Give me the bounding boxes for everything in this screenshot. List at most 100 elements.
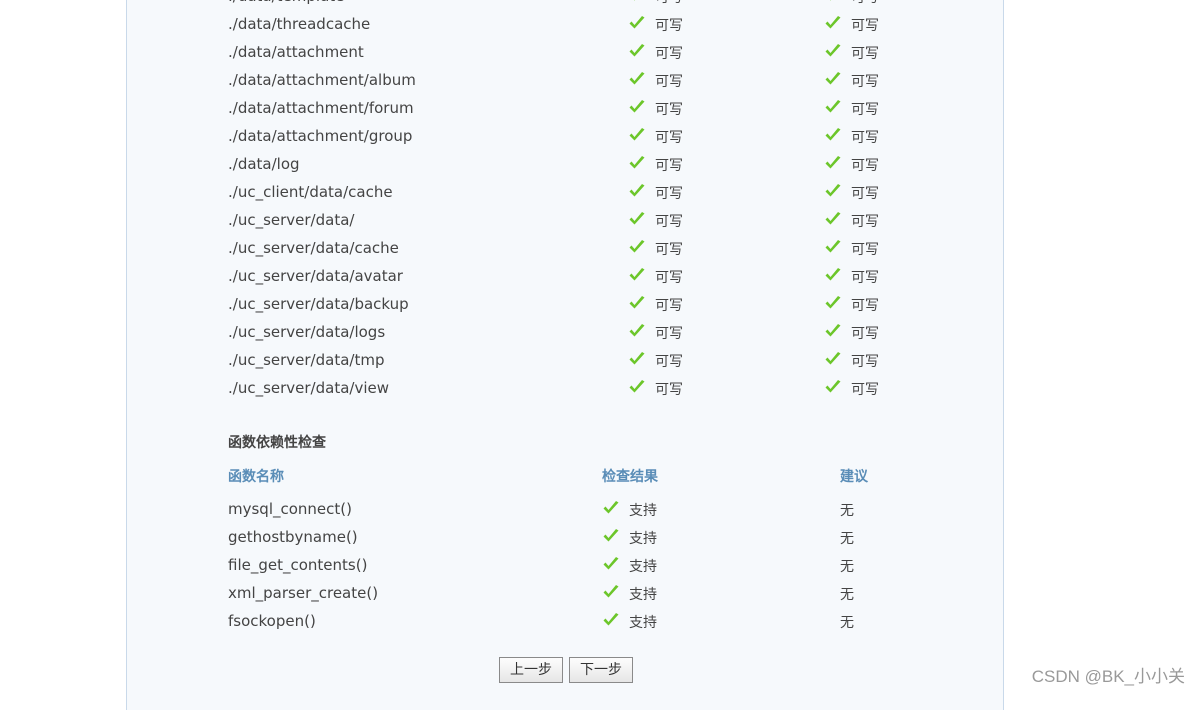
current-status: 可写	[628, 15, 683, 35]
required-status: 可写	[824, 379, 879, 399]
directory-path: ./uc_server/data/avatar	[228, 267, 403, 285]
status-text: 可写	[851, 130, 879, 146]
current-status: 可写	[628, 183, 683, 203]
functions-section-title: 函数依赖性检查	[228, 435, 326, 451]
status-text: 可写	[655, 158, 683, 174]
install-panel: ./data/template可写可写./data/threadcache可写可…	[126, 0, 1004, 710]
header-advice: 建议	[840, 469, 868, 485]
required-status: 可写	[824, 99, 879, 119]
check-icon	[628, 15, 646, 31]
result-text: 支持	[629, 559, 657, 575]
directory-row: ./data/threadcache 可写 可写	[127, 11, 1003, 39]
status-text: 可写	[851, 326, 879, 342]
directory-path: ./uc_server/data/	[228, 211, 355, 229]
status-text: 可写	[655, 354, 683, 370]
check-icon	[602, 500, 620, 516]
directory-path: ./data/attachment/forum	[228, 99, 414, 117]
function-advice: 无	[840, 531, 854, 547]
required-status: 可写	[824, 155, 879, 175]
directory-row: ./data/attachment/forum 可写 可写	[127, 95, 1003, 123]
check-icon	[824, 211, 842, 227]
directory-path: ./data/attachment	[228, 43, 364, 61]
function-result: 支持	[602, 500, 657, 520]
check-icon	[602, 584, 620, 600]
check-icon	[824, 183, 842, 199]
directory-row: ./uc_server/data/cache 可写 可写	[127, 235, 1003, 263]
check-icon	[824, 71, 842, 87]
directory-row: ./uc_server/data/avatar 可写 可写	[127, 263, 1003, 291]
check-icon	[824, 323, 842, 339]
header-check-result: 检查结果	[602, 469, 658, 485]
function-name: fsockopen()	[228, 612, 316, 630]
required-status: 可写	[824, 239, 879, 259]
check-icon	[628, 43, 646, 59]
status-text: 可写	[851, 382, 879, 398]
result-text: 支持	[629, 587, 657, 603]
next-step-button[interactable]: 下一步	[569, 657, 633, 683]
check-icon	[628, 295, 646, 311]
check-icon	[824, 351, 842, 367]
required-status: 可写	[824, 71, 879, 91]
directory-path: ./data/log	[228, 155, 300, 173]
function-row: xml_parser_create() 支持 无	[127, 580, 1003, 608]
check-icon	[824, 127, 842, 143]
directory-path: ./data/attachment/album	[228, 71, 416, 89]
prev-step-button[interactable]: 上一步	[499, 657, 563, 683]
result-text: 支持	[629, 531, 657, 547]
watermark: CSDN @BK_小小关	[1031, 667, 1185, 686]
current-status: 可写	[628, 351, 683, 371]
check-icon	[628, 267, 646, 283]
status-text: 可写	[851, 74, 879, 90]
status-text: 可写	[851, 18, 879, 34]
result-text: 支持	[629, 503, 657, 519]
required-status: 可写	[824, 295, 879, 315]
function-result: 支持	[602, 556, 657, 576]
directory-path: ./data/attachment/group	[228, 127, 413, 145]
function-row: file_get_contents() 支持 无	[127, 552, 1003, 580]
directory-row: ./uc_server/data/可写 可写	[127, 207, 1003, 235]
check-icon	[824, 295, 842, 311]
status-text: 可写	[655, 0, 683, 6]
directory-row: ./data/template 可写 可写	[127, 0, 1003, 11]
status-text: 可写	[655, 18, 683, 34]
current-status: 可写	[628, 155, 683, 175]
status-text: 可写	[655, 186, 683, 202]
status-text: 可写	[851, 298, 879, 314]
status-text: 可写	[851, 214, 879, 230]
current-status: 可写	[628, 0, 683, 7]
directory-row: ./uc_server/data/tmp 可写 可写	[127, 347, 1003, 375]
current-status: 可写	[628, 379, 683, 399]
status-text: 可写	[655, 214, 683, 230]
status-text: 可写	[851, 158, 879, 174]
function-name: mysql_connect()	[228, 500, 352, 518]
required-status: 可写	[824, 267, 879, 287]
check-icon	[824, 43, 842, 59]
current-status: 可写	[628, 43, 683, 63]
status-text: 可写	[851, 270, 879, 286]
function-result: 支持	[602, 584, 657, 604]
status-text: 可写	[655, 242, 683, 258]
directory-row: ./data/log 可写 可写	[127, 151, 1003, 179]
check-icon	[824, 99, 842, 115]
check-icon	[628, 99, 646, 115]
function-name: gethostbyname()	[228, 528, 358, 546]
result-text: 支持	[629, 615, 657, 631]
check-icon	[824, 379, 842, 395]
check-icon	[824, 15, 842, 31]
check-icon	[628, 155, 646, 171]
directory-path: ./uc_server/data/view	[228, 379, 389, 397]
check-icon	[628, 323, 646, 339]
directory-path: ./uc_client/data/cache	[228, 183, 393, 201]
status-text: 可写	[655, 102, 683, 118]
current-status: 可写	[628, 267, 683, 287]
directory-row: ./uc_server/data/logs 可写 可写	[127, 319, 1003, 347]
function-advice: 无	[840, 587, 854, 603]
check-icon	[628, 351, 646, 367]
directory-row: ./data/attachment/group 可写 可写	[127, 123, 1003, 151]
status-text: 可写	[655, 130, 683, 146]
check-icon	[824, 267, 842, 283]
check-icon	[824, 0, 842, 3]
status-text: 可写	[851, 354, 879, 370]
current-status: 可写	[628, 99, 683, 119]
status-text: 可写	[851, 102, 879, 118]
